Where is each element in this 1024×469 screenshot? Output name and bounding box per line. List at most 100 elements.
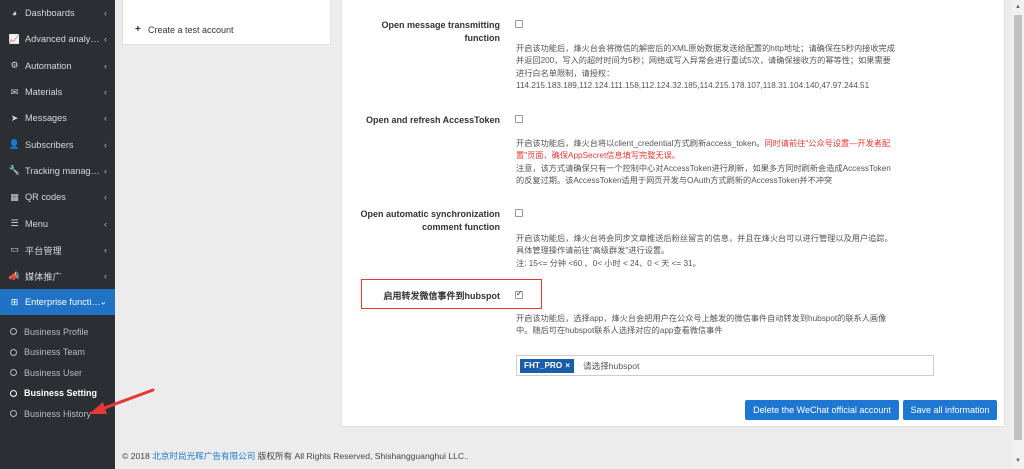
access-token-desc-1a: 开启该功能后，烽火台将以client_credential方式刷新access_…	[516, 139, 765, 148]
access-token-label: Open and refresh AccessToken	[365, 115, 500, 125]
user-icon: 👤	[8, 139, 21, 150]
chevron-left-icon: ‹	[104, 113, 107, 124]
sidebar-item-label: QR codes	[25, 192, 66, 203]
save-all-button[interactable]: Save all information	[903, 400, 997, 420]
hubspot-app-tag-label: FHT_PRO	[524, 361, 563, 370]
msg-transmit-description: 开启该功能后，烽火台会将微信的解密后的XML原始数据发送给配置的http地址；请…	[516, 43, 936, 92]
sidebar-item-label: Subscribers	[25, 139, 74, 150]
sidebar-item[interactable]: ⚙ Automation ‹	[0, 53, 115, 79]
sidebar-item[interactable]: ➤ Messages ‹	[0, 105, 115, 131]
sidebar-item-label: 媒体推广	[25, 272, 62, 283]
submenu-item-label: Business Profile	[24, 326, 89, 337]
access-token-description: 开启该功能后，烽火台将以client_credential方式刷新access_…	[516, 138, 936, 187]
menu-icon: ☰	[10, 218, 19, 229]
access-token-desc-1b: 同时请前往"公众号设置—开发者配	[764, 139, 891, 148]
sidebar-item[interactable]: 📣 媒体推广 ‹	[0, 263, 115, 289]
sidebar-item[interactable]: 🔧 Tracking manag… ‹	[0, 158, 115, 184]
test-account-panel: + Create a test account	[122, 0, 331, 45]
circle-icon	[10, 328, 17, 336]
submenu-item[interactable]: Business Profile	[0, 321, 115, 342]
access-token-desc-1: 开启该功能后，烽火台将以client_credential方式刷新access_…	[516, 138, 936, 150]
chevron-down-icon: ⌄	[99, 296, 107, 307]
sidebar-item-label: Messages	[25, 113, 67, 124]
sidebar-item-label: Advanced analyt…	[25, 34, 101, 45]
chevron-left-icon: ‹	[104, 218, 107, 229]
access-token-checkbox[interactable]	[515, 115, 523, 123]
submenu-item-label: Business Team	[24, 347, 85, 358]
qrcode-icon: ▦	[10, 191, 19, 202]
msg-transmit-checkbox[interactable]	[515, 20, 523, 28]
megaphone-icon: 📣	[8, 270, 21, 281]
auto-sync-label-line1: Open automatic synchronization	[360, 209, 500, 219]
submenu-item-label: Business User	[24, 367, 83, 378]
envelope-icon: ✉	[10, 86, 19, 97]
circle-icon	[10, 348, 17, 356]
chevron-left-icon: ‹	[104, 165, 107, 176]
msg-transmit-desc-2: 并返回200，写入的超时时间为5秒；网络或写入异常会进行重试5次，请确保接收方的…	[516, 56, 891, 66]
circle-icon	[10, 410, 17, 418]
delete-account-button[interactable]: Delete the WeChat official account	[745, 400, 899, 420]
grid-icon: ⊞	[10, 296, 19, 307]
hubspot-desc-1: 开启该功能后，选择app，烽火台会把用户在公众号上触发的微信事件自动转发到hub…	[516, 314, 887, 323]
scroll-down-icon[interactable]: ▼	[1014, 457, 1022, 465]
submenu-item[interactable]: Business Team	[0, 342, 115, 363]
auto-sync-description: 开启该功能后，烽火台将会同步文章推送后粉丝留言的信息，并且在烽火台可以进行管理以…	[516, 233, 936, 270]
sidebar-item[interactable]: ▦ QR codes ‹	[0, 184, 115, 210]
hubspot-checkbox[interactable]	[515, 289, 523, 299]
chevron-left-icon: ‹	[104, 60, 107, 71]
auto-sync-desc-3: 注: 15<= 分钟 <60 、0< 小时 < 24、0 < 天 <= 31。	[516, 258, 701, 268]
chevron-left-icon: ‹	[104, 271, 107, 282]
dashboard-icon: ◕	[11, 8, 18, 19]
gear-icon: ⚙	[10, 60, 19, 71]
access-token-desc-4: 的反复过期。该AccessToken适用于网页开发与OAuth方式刷新的Acce…	[516, 175, 833, 185]
msg-transmit-desc-3: 进行白名单限制，请授权：	[516, 68, 615, 78]
access-token-desc-2: 置"页面，确保AppSecret信息填写完整无误。	[516, 151, 680, 161]
page-scrollbar[interactable]: ▲ ▼	[1012, 0, 1024, 469]
scroll-thumb[interactable]	[1014, 15, 1022, 440]
hubspot-desc-2: 中。随后可在hubspot联系人选择对应的app查看微信事件	[516, 326, 723, 336]
tag-remove-icon[interactable]: ×	[565, 361, 570, 370]
msg-transmit-label-line1: Open message transmitting	[381, 20, 500, 30]
red-arrow-annotation	[89, 388, 155, 414]
hubspot-app-select[interactable]: FHT_PRO × 请选择hubspot	[516, 355, 934, 376]
chevron-left-icon: ‹	[104, 139, 107, 150]
hubspot-label: 启用转发微信事件到hubspot	[383, 291, 501, 301]
send-icon: ➤	[10, 112, 19, 123]
sidebar-item[interactable]: 📈 Advanced analyt… ‹	[0, 26, 115, 52]
hubspot-select-placeholder: 请选择hubspot	[583, 361, 640, 371]
wrench-icon: 🔧	[8, 165, 21, 176]
sidebar-item[interactable]: ▭ 平台管理 ‹	[0, 237, 115, 263]
sidebar-item[interactable]: ☰ Menu ‹	[0, 210, 115, 236]
auto-sync-desc-1: 开启该功能后，烽火台将会同步文章推送后粉丝留言的信息，并且在烽火台可以进行管理以…	[516, 234, 893, 243]
msg-transmit-desc-4: 114.215.183.189,112.124.111.158,112.124.…	[516, 80, 870, 90]
auto-sync-checkbox[interactable]	[515, 209, 523, 217]
auto-sync-label-line2: comment function	[422, 222, 500, 232]
chevron-left-icon: ‹	[104, 244, 107, 255]
sidebar-item[interactable]: ◕ Dashboards ‹	[0, 0, 115, 26]
sidebar-item-label: Enterprise functi…	[25, 297, 101, 308]
auto-sync-label: Open automatic synchronization comment f…	[340, 208, 500, 234]
sidebar-item-label: Dashboards	[25, 8, 75, 19]
footer: © 2018 北京时尚光晖广告有限公司 版权所有 All Rights Rese…	[122, 450, 469, 462]
footer-company-link[interactable]: 北京时尚光晖广告有限公司	[152, 451, 255, 461]
scroll-up-icon[interactable]: ▲	[1014, 3, 1022, 11]
circle-icon	[10, 389, 17, 397]
auto-sync-desc-2: 具体管理操作请前往"高级群发"进行设置。	[516, 246, 670, 256]
sidebar-nav: ◕ Dashboards ‹ 📈 Advanced analyt… ‹ ⚙ Automatio…	[0, 0, 115, 425]
hubspot-app-tag: FHT_PRO ×	[520, 359, 575, 373]
msg-transmit-label: Open message transmitting function	[360, 19, 500, 45]
chevron-left-icon: ‹	[104, 8, 107, 19]
msg-transmit-label-line2: function	[464, 33, 501, 43]
footer-copyright: © 2018	[122, 451, 150, 461]
sidebar-item-label: Menu	[25, 218, 48, 229]
msg-transmit-desc-1: 开启该功能后，烽火台会将微信的解密后的XML原始数据发送给配置的http地址；请…	[516, 44, 895, 53]
access-token-desc-3: 注意，该方式请确保只有一个控制中心对AccessToken进行刷新，如果多方同时…	[516, 163, 891, 173]
sidebar-item[interactable]: 👤 Subscribers ‹	[0, 131, 115, 157]
circle-icon	[10, 369, 17, 377]
chevron-left-icon: ‹	[104, 87, 107, 98]
submenu-item[interactable]: Business User	[0, 362, 115, 383]
sidebar-item[interactable]: ✉ Materials ‹	[0, 79, 115, 105]
sidebar-item-enterprise[interactable]: ⊞ Enterprise functi… ⌄	[0, 289, 115, 316]
create-test-account-link[interactable]: Create a test account	[148, 25, 234, 35]
chevron-left-icon: ‹	[104, 34, 107, 45]
